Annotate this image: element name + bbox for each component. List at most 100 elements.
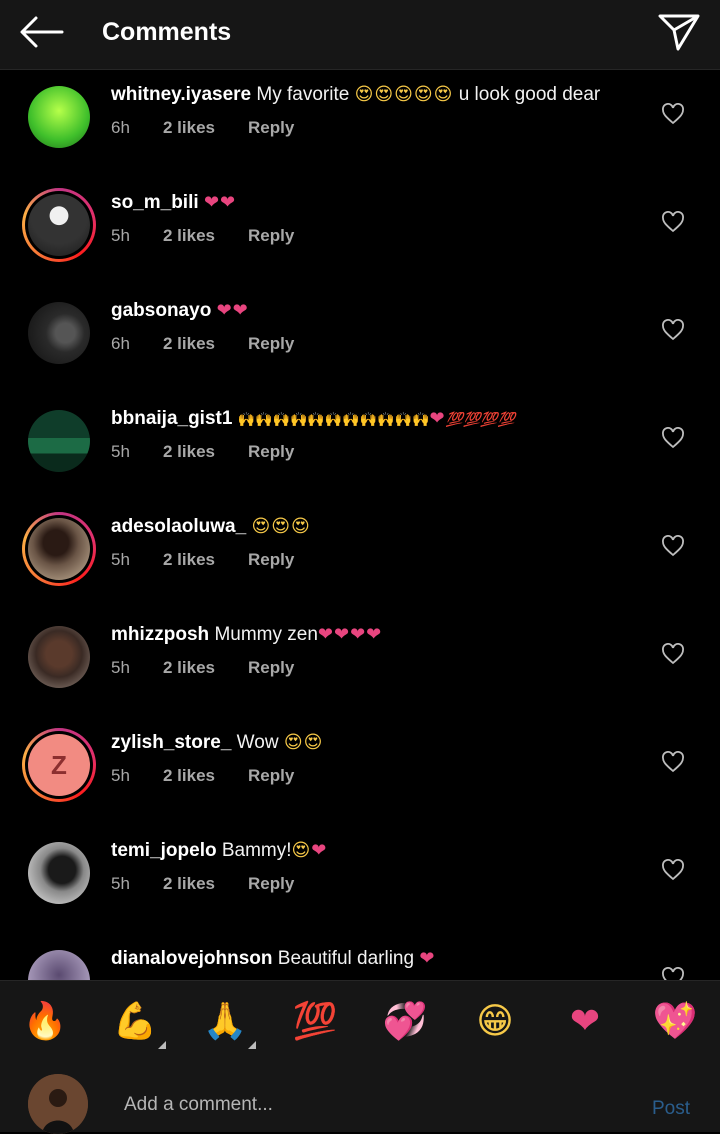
comment-item: gabsonayo ❤❤ 6h 2 likes Reply — [0, 296, 720, 404]
comment-likes[interactable]: 2 likes — [163, 657, 248, 679]
reply-button[interactable]: Reply — [248, 441, 294, 463]
comment-meta: 5h 2 likes Reply — [111, 873, 294, 895]
fire-emoji-button[interactable]: 🔥 — [20, 999, 70, 1045]
avatar[interactable] — [22, 404, 96, 478]
comment-text: whitney.iyasere My favorite 😍😍😍😍😍 u look… — [111, 84, 601, 105]
heart-emoji-button[interactable]: ❤ — [560, 999, 610, 1045]
folded-hands-emoji-button[interactable]: 🙏 — [200, 999, 256, 1049]
smiling-face-with-heart-eyes-emoji: 😍 — [291, 840, 312, 861]
heart-outline-icon[interactable] — [661, 751, 685, 773]
post-button[interactable]: Post — [652, 1098, 690, 1120]
reply-button[interactable]: Reply — [248, 333, 294, 355]
share-button[interactable] — [658, 12, 700, 52]
comment-item: mhizzposh Mummy zen❤❤❤❤ 5h 2 likes Reply — [0, 620, 720, 728]
heart-outline-icon[interactable] — [661, 103, 685, 125]
reply-button[interactable]: Reply — [248, 873, 294, 895]
comment-likes[interactable]: 2 likes — [163, 549, 248, 571]
comment-time: 5h — [111, 874, 130, 893]
skin-tone-indicator — [248, 1041, 256, 1049]
comment-meta: 5h 2 likes Reply — [111, 765, 294, 787]
top-bar: Comments — [0, 0, 720, 70]
comment-likes[interactable]: 2 likes — [163, 765, 248, 787]
comment-meta: 5h 2 likes Reply — [111, 549, 294, 571]
comment-username[interactable]: temi_jopelo — [111, 840, 217, 861]
heart-outline-icon[interactable] — [661, 643, 685, 665]
smiling-face-with-heart-eyes-emoji: 😍😍😍 — [251, 516, 311, 537]
hundred-points-emoji: 💯💯💯💯 — [445, 412, 516, 428]
comment-time: 6h — [111, 118, 130, 137]
comment-username[interactable]: bbnaija_gist1 — [111, 408, 232, 429]
avatar[interactable] — [22, 836, 96, 910]
hundred-points-emoji-button[interactable]: 💯 — [290, 999, 340, 1045]
current-user-avatar — [28, 1074, 88, 1134]
comment-time: 5h — [111, 550, 130, 569]
comment-meta: 6h 2 likes Reply — [111, 117, 294, 139]
heart-emoji: ❤ — [429, 408, 446, 429]
skin-tone-indicator — [158, 1041, 166, 1049]
reply-button[interactable]: Reply — [248, 765, 294, 787]
heart-emoji: ❤❤ — [216, 300, 249, 321]
reply-button[interactable]: Reply — [248, 549, 294, 571]
avatar[interactable]: Z — [22, 728, 96, 802]
comment-time: 5h — [111, 766, 130, 785]
comment-username[interactable]: whitney.iyasere — [111, 84, 251, 105]
sparkling-heart-emoji-button[interactable]: 💖 — [650, 999, 700, 1045]
comment-likes[interactable]: 2 likes — [163, 873, 248, 895]
comment-text: dianalovejohnson Beautiful darling ❤ — [111, 948, 436, 969]
heart-emoji: ❤ — [311, 840, 328, 861]
grinning-face-emoji-button[interactable]: 😁 — [470, 999, 520, 1045]
avatar-letter: Z — [51, 749, 67, 780]
smiling-face-with-heart-eyes-emoji: 😍😍 — [283, 732, 324, 753]
comment-likes[interactable]: 2 likes — [163, 441, 248, 463]
avatar[interactable] — [22, 944, 96, 980]
comment-item: so_m_bili ❤❤ 5h 2 likes Reply — [0, 188, 720, 296]
comment-item: whitney.iyasere My favorite 😍😍😍😍😍 u look… — [0, 80, 720, 188]
avatar[interactable] — [22, 296, 96, 370]
comment-username[interactable]: gabsonayo — [111, 300, 211, 321]
reply-button[interactable]: Reply — [248, 117, 294, 139]
comment-time: 5h — [111, 658, 130, 677]
heart-outline-icon[interactable] — [661, 211, 685, 233]
comment-username[interactable]: mhizzposh — [111, 624, 209, 645]
back-arrow-icon — [20, 16, 64, 48]
comment-meta: 5h 2 likes Reply — [111, 225, 294, 247]
send-icon — [658, 14, 700, 51]
comment-text: so_m_bili ❤❤ — [111, 191, 236, 215]
comment-username[interactable]: dianalovejohnson — [111, 948, 273, 969]
comment-item: adesolaoluwa_ 😍😍😍 5h 2 likes Reply — [0, 512, 720, 620]
comment-username[interactable]: zylish_store_ — [111, 732, 231, 753]
avatar[interactable] — [22, 80, 96, 154]
comment-input[interactable] — [122, 1090, 626, 1120]
comment-item: temi_jopelo Bammy!😍❤ 5h 2 likes Reply — [0, 836, 720, 944]
heart-emoji: ❤❤ — [203, 192, 237, 213]
back-button[interactable] — [18, 14, 64, 50]
heart-outline-icon[interactable] — [661, 319, 685, 341]
comment-likes[interactable]: 2 likes — [163, 117, 248, 139]
reply-button[interactable]: Reply — [248, 225, 294, 247]
raising-hands-emoji: 🙌🙌🙌🙌🙌🙌🙌🙌🙌🙌🙌 — [237, 412, 430, 428]
comment-likes[interactable]: 2 likes — [163, 333, 248, 355]
comment-time: 5h — [111, 442, 130, 461]
comment-username[interactable]: so_m_bili — [111, 192, 199, 213]
revolving-hearts-emoji-button[interactable]: 💞 — [380, 999, 430, 1045]
comment-time: 5h — [111, 226, 130, 245]
avatar[interactable] — [22, 188, 96, 262]
comments-list[interactable]: whitney.iyasere My favorite 😍😍😍😍😍 u look… — [0, 70, 720, 980]
comment-time: 6h — [111, 334, 130, 353]
heart-outline-icon[interactable] — [661, 427, 685, 449]
comment-text: zylish_store_ Wow 😍😍 — [111, 732, 324, 753]
reply-button[interactable]: Reply — [248, 657, 294, 679]
comment-text: adesolaoluwa_ 😍😍😍 — [111, 515, 311, 539]
comment-username[interactable]: adesolaoluwa_ — [111, 516, 246, 537]
comment-item: Z zylish_store_ Wow 😍😍 5h 2 likes Reply — [0, 728, 720, 836]
comment-text: temi_jopelo Bammy!😍❤ — [111, 840, 328, 861]
comment-likes[interactable]: 2 likes — [163, 225, 248, 247]
heart-outline-icon[interactable] — [661, 535, 685, 557]
heart-emoji: ❤❤❤❤ — [317, 624, 383, 645]
comment-item: dianalovejohnson Beautiful darling ❤ — [0, 944, 720, 980]
flexed-biceps-emoji-button[interactable]: 💪 — [110, 999, 166, 1049]
heart-outline-icon[interactable] — [661, 859, 685, 881]
heart-outline-icon[interactable] — [661, 967, 685, 980]
avatar[interactable] — [22, 620, 96, 694]
avatar[interactable] — [22, 512, 96, 586]
